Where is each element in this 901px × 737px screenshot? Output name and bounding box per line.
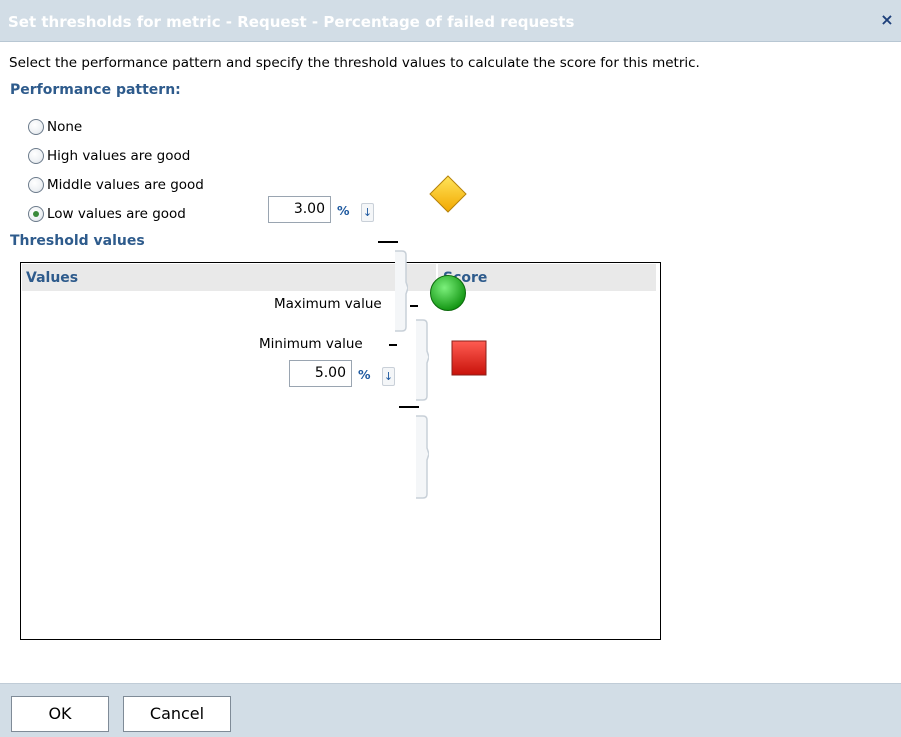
radio-button[interactable] (28, 119, 44, 135)
red-square-icon (451, 340, 487, 380)
upper-threshold-input[interactable]: 5.00 (289, 360, 352, 387)
dialog-description: Select the performance pattern and speci… (9, 55, 700, 71)
radio-option-low-values-good[interactable]: Low values are good (28, 203, 186, 225)
threshold-table-header: Values Score (22, 264, 656, 291)
dialog-title: Set thresholds for metric - Request - Pe… (8, 13, 575, 31)
radio-option-high-values-good[interactable]: High values are good (28, 145, 190, 167)
arrow-down-icon[interactable]: ↓ (382, 367, 395, 386)
percent-unit-label: % (337, 203, 350, 218)
dialog-footer: OK Cancel (0, 683, 901, 737)
threshold-values-heading: Threshold values (10, 233, 145, 249)
minimum-value-tick (389, 344, 397, 346)
band-bracket-high (415, 319, 429, 401)
radio-button[interactable] (28, 177, 44, 193)
arrow-down-icon[interactable]: ↓ (361, 203, 374, 222)
threshold-tick (378, 241, 398, 243)
radio-label-low: Low values are good (47, 206, 186, 222)
values-column-header: Values (26, 270, 79, 286)
cancel-button[interactable]: Cancel (123, 696, 231, 732)
dialog-title-bar: Set thresholds for metric - Request - Pe… (0, 0, 901, 42)
threshold-values-panel: Values Score Maximum value 5.00 % ↓ (20, 262, 661, 640)
close-icon[interactable]: × (879, 12, 895, 28)
ok-button[interactable]: OK (11, 696, 109, 732)
maximum-value-tick (410, 305, 418, 307)
threshold-tick (399, 406, 419, 408)
performance-pattern-heading: Performance pattern: (10, 82, 181, 98)
radio-label-middle: Middle values are good (47, 177, 204, 193)
yellow-diamond-icon (428, 174, 468, 218)
radio-option-middle-values-good[interactable]: Middle values are good (28, 174, 204, 196)
radio-option-none[interactable]: None (28, 116, 82, 138)
maximum-value-label: Maximum value (274, 296, 382, 312)
radio-button-selected[interactable] (28, 206, 44, 222)
green-circle-icon (429, 274, 467, 316)
percent-unit-label: % (358, 367, 371, 382)
radio-label-high: High values are good (47, 148, 191, 164)
radio-label-none: None (47, 119, 83, 135)
radio-button[interactable] (28, 148, 44, 164)
band-bracket-middle (415, 415, 429, 499)
lower-threshold-input[interactable]: 3.00 (268, 196, 331, 223)
band-bracket-low (394, 250, 408, 332)
minimum-value-label: Minimum value (259, 336, 363, 352)
